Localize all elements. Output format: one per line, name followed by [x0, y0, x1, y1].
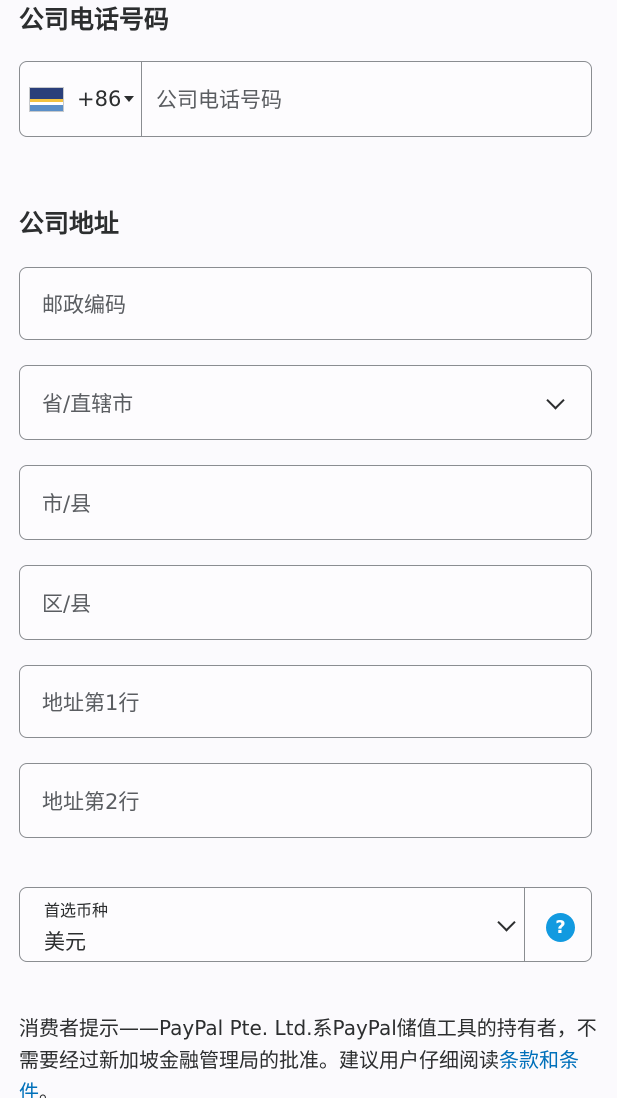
city-field[interactable]: 市/县	[19, 465, 592, 540]
consumer-notice: 消费者提示——PayPal Pte. Ltd.系PayPal储值工具的持有者，不…	[19, 1012, 599, 1098]
country-code-picker[interactable]: +86	[20, 62, 142, 136]
consumer-notice-end: 。	[39, 1080, 59, 1098]
address-line2-field[interactable]: 地址第2行	[19, 763, 592, 838]
province-select[interactable]: 省/直辖市	[19, 365, 592, 440]
phone-section-title: 公司电话号码	[19, 5, 170, 34]
country-code-label: +86	[77, 87, 122, 111]
city-label: 市/县	[42, 491, 92, 516]
chevron-down-icon	[497, 912, 516, 932]
currency-select[interactable]: 首选币种 美元	[20, 888, 525, 961]
currency-field: 首选币种 美元 ?	[19, 887, 592, 962]
page: 公司电话号码 +86 公司地址 邮政编码 省/直辖市 市/县 区/县 地址第1行…	[0, 0, 617, 1098]
address-line1-label: 地址第1行	[42, 690, 140, 715]
district-field[interactable]: 区/县	[19, 565, 592, 640]
address-section-title: 公司地址	[19, 209, 120, 238]
help-icon[interactable]: ?	[546, 913, 575, 942]
postal-code-field[interactable]: 邮政编码	[19, 267, 592, 340]
caret-down-icon	[124, 96, 134, 102]
phone-input[interactable]	[154, 62, 588, 138]
province-label: 省/直辖市	[42, 391, 134, 416]
district-label: 区/县	[42, 591, 92, 616]
flag-icon	[30, 88, 63, 111]
phone-field: +86	[19, 61, 592, 138]
currency-label: 首选币种	[44, 901, 109, 920]
chevron-down-icon	[546, 390, 565, 410]
address-line1-field[interactable]: 地址第1行	[19, 665, 592, 738]
currency-value: 美元	[44, 930, 86, 954]
address-line2-label: 地址第2行	[42, 789, 140, 814]
postal-code-label: 邮政编码	[42, 292, 126, 317]
